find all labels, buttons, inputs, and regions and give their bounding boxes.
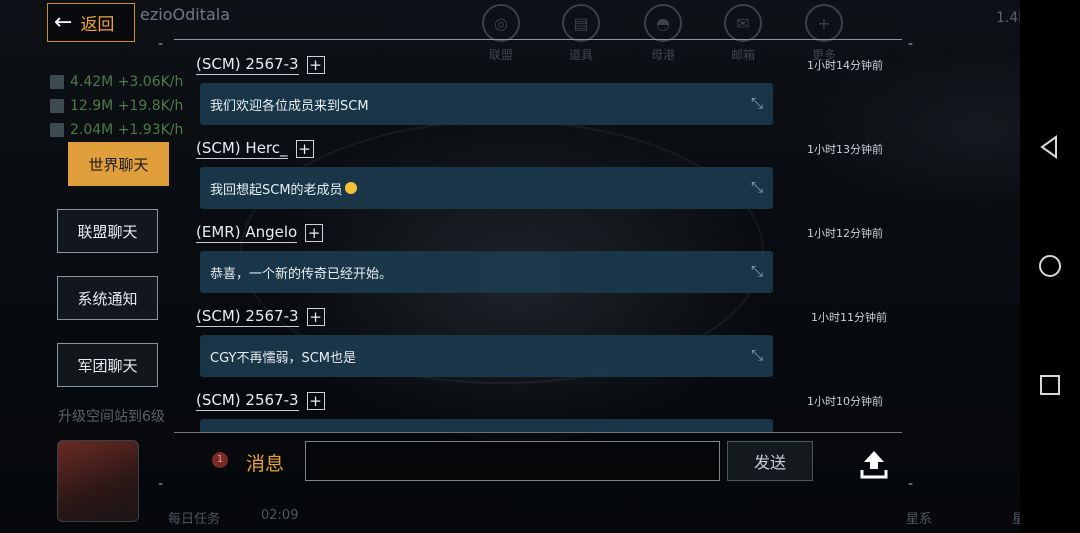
resource-value: 12.9M +19.8K/h [70,98,184,114]
message-time: 1小时14分钟前 [807,59,883,72]
resource-row: 4.42M +3.06K/h [50,74,183,90]
daily-tasks-label: 每日任务 [168,512,221,527]
nav-more: + 更多 [800,4,848,63]
nav-items-label: 道具 [568,48,593,62]
add-friend-button[interactable]: + [295,140,314,158]
back-button[interactable]: ← 返回 [47,3,135,42]
mail-icon: ✉ [724,4,762,42]
bottom-divider [174,432,902,433]
top-divider [174,39,902,40]
resource-row: 2.04M +1.93K/h [50,122,183,138]
message-label: 消息 [246,453,285,475]
add-friend-button[interactable]: + [305,224,324,242]
smile-emoji-icon [344,182,357,194]
player-name: ezioOditala [140,5,230,24]
message-header: (EMR) Angelo + [196,223,324,243]
upgrade-hint: 升级空间站到6级 [58,409,165,425]
sender-name[interactable]: (SCM) 2567-3 [196,391,299,411]
notification-badge: 1 [212,452,228,468]
sender-name[interactable]: (SCM) Herc_ [196,139,288,159]
tab-system-notice[interactable]: 系统通知 [57,276,158,320]
resource-row: 12.9M +19.8K/h [50,98,183,114]
add-friend-button[interactable]: + [306,392,325,410]
sender-name[interactable]: (EMR) Angelo [196,223,298,243]
message-time: 1小时12分钟前 [807,227,883,240]
sender-name[interactable]: (SCM) 2567-3 [196,55,299,75]
resource-value: 2.04M +1.93K/h [70,122,184,138]
message-bubble: 恭喜，一个新的传奇已经开始。 ⤡ [200,251,773,293]
expand-icon[interactable]: ⤡ [747,261,767,281]
back-triangle-icon[interactable] [1036,133,1064,161]
globe-icon: ◎ [482,4,520,42]
message-text: 我回想起SCM的老成员 [210,182,343,198]
message-time: 1小时11分钟前 [811,311,887,324]
message-text: 恭喜，一个新的传奇已经开始。 [210,266,393,282]
expand-icon[interactable]: ⤡ [747,345,767,365]
expand-icon[interactable]: ⤡ [747,177,767,197]
message-header: (SCM) Herc_ + [196,139,314,159]
galaxy-label: 星系 [906,512,933,527]
timer-label: 02:09 [261,508,299,523]
add-friend-button[interactable]: + [306,56,325,74]
nav-mail-label: 邮箱 [730,48,755,62]
tab-legion-chat[interactable]: 军团聊天 [57,343,158,387]
nav-homeport-label: 母港 [650,48,675,62]
message-text: CGY不再懦弱，SCM也是 [210,350,356,366]
nav-alliance-label: 联盟 [488,48,513,62]
corner-mark: - [908,36,914,52]
message-header: (SCM) 2567-3 + [196,391,325,411]
recents-square-icon[interactable] [1036,371,1064,399]
send-button[interactable]: 发送 [727,441,813,481]
message-input[interactable] [305,441,720,481]
message-bubble: 我回想起SCM的老成员 ⤡ [200,167,773,209]
corner-mark: - [158,476,164,492]
tab-world-chat[interactable]: 世界聊天 [68,142,169,186]
nav-mail: ✉ 邮箱 [719,4,767,63]
back-label: 返回 [80,15,115,35]
plus-circle-icon: + [805,4,843,42]
dome-icon: ◓ [644,4,682,42]
corner-mark: - [158,36,164,52]
resource-value: 4.42M +3.06K/h [70,74,184,90]
briefcase-icon: ▤ [562,4,600,42]
corner-mark: - [908,476,914,492]
home-circle-icon[interactable] [1036,252,1064,280]
upload-icon[interactable] [858,448,890,480]
resource-icon [50,75,64,89]
message-bubble [200,419,773,432]
expand-icon[interactable]: ⤡ [747,93,767,113]
resource-icon [50,123,64,137]
message-text: 我们欢迎各位成员来到SCM [210,98,369,114]
message-bubble: CGY不再懦弱，SCM也是 ⤡ [200,335,773,377]
add-friend-button[interactable]: + [306,308,325,326]
message-header: (SCM) 2567-3 + [196,307,325,327]
nav-alliance: ◎ 联盟 [477,4,525,63]
nav-homeport: ◓ 母港 [639,4,687,63]
arrow-left-icon: ← [54,9,73,35]
avatar[interactable] [57,440,139,522]
resource-icon [50,99,64,113]
message-bubble: 我们欢迎各位成员来到SCM ⤡ [200,83,773,125]
nav-items: ▤ 道具 [557,4,605,63]
message-time: 1小时10分钟前 [807,395,883,408]
sender-name[interactable]: (SCM) 2567-3 [196,307,299,327]
tab-alliance-chat[interactable]: 联盟聊天 [57,209,158,253]
message-time: 1小时13分钟前 [807,143,883,156]
message-header: (SCM) 2567-3 + [196,55,325,75]
